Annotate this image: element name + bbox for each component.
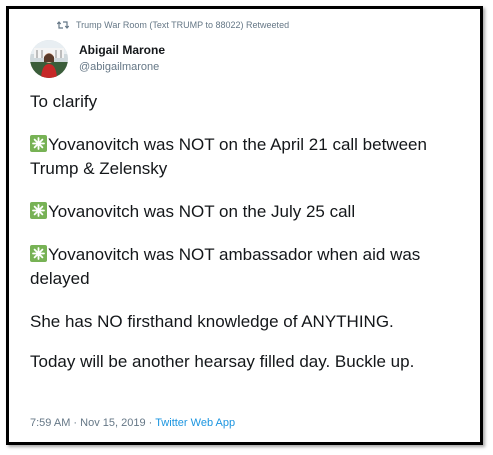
tweet-meta: 7:59 AM · Nov 15, 2019 · Twitter Web App [30,417,236,429]
tweet-time[interactable]: 7:59 AM [30,417,70,429]
avatar[interactable] [30,40,68,78]
sparkle-icon [30,135,47,152]
tweet-line: To clarify [30,92,98,111]
tweet-text: To clarify Yovanovitch was NOT on the Ap… [30,90,475,393]
retweet-icon [56,20,70,30]
sparkle-icon [30,245,47,262]
tweet-line: She has NO firsthand knowledge of ANYTHI… [30,312,394,331]
tweet-date[interactable]: Nov 15, 2019 [80,417,145,429]
tweet-line: Today will be another hearsay filled day… [30,352,415,371]
sparkle-icon [30,202,47,219]
retweet-indicator: Trump War Room (Text TRUMP to 88022) Ret… [56,20,289,30]
display-name[interactable]: Abigail Marone [79,43,165,57]
retweet-text[interactable]: Trump War Room (Text TRUMP to 88022) Ret… [76,20,289,30]
tweet-line: Yovanovitch was NOT on the April 21 call… [30,135,427,178]
tweet-line: Yovanovitch was NOT on the July 25 call [30,200,475,224]
tweet-line: Yovanovitch was NOT ambassador when aid … [30,245,421,288]
tweet-source-link[interactable]: Twitter Web App [155,417,235,429]
handle[interactable]: @abigailmarone [79,61,159,73]
